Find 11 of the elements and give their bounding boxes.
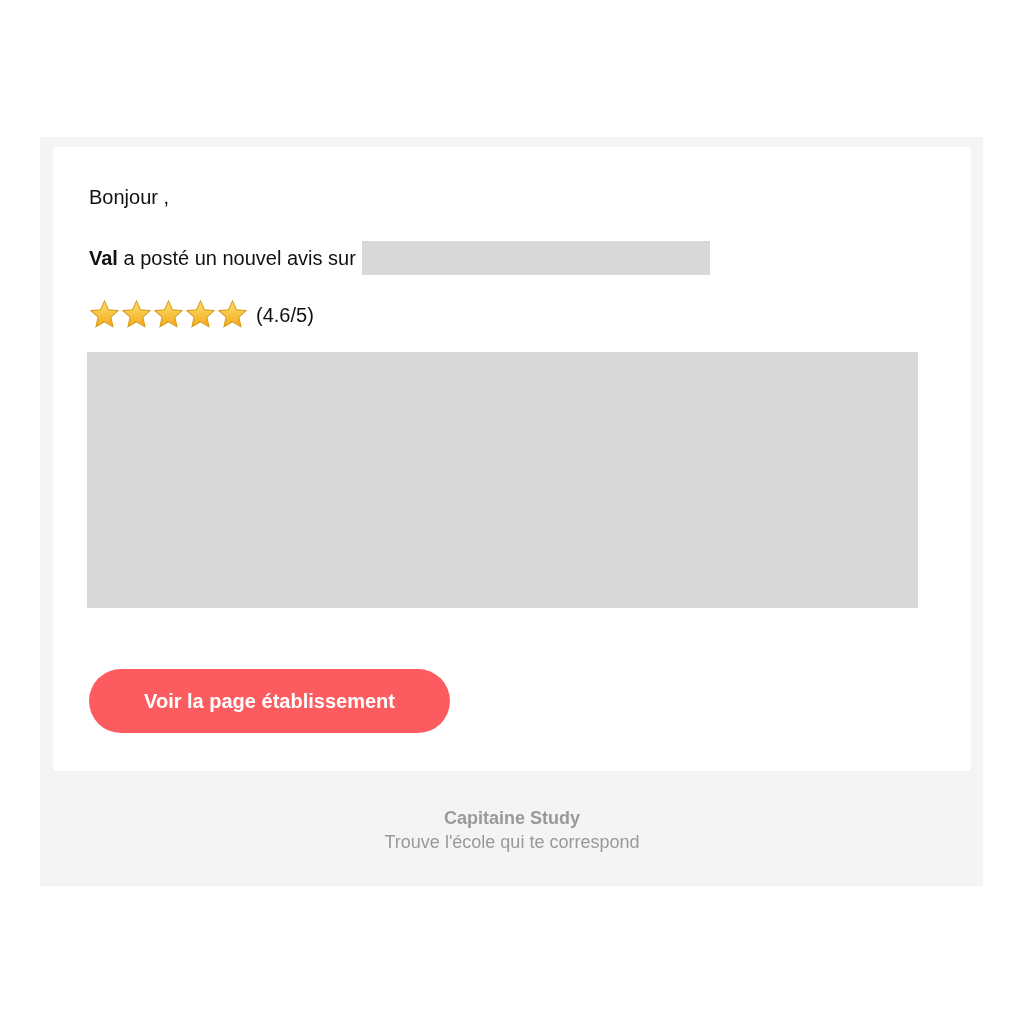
greeting-text: Bonjour , xyxy=(89,185,171,209)
star-icon xyxy=(185,299,216,330)
notice-text: Val a posté un nouvel avis sur xyxy=(89,246,356,270)
brand-name: Capitaine Study xyxy=(443,807,581,830)
tagline-text: Trouve l'école qui te correspond xyxy=(383,831,641,854)
view-page-button[interactable]: Voir la page établissement xyxy=(89,669,450,733)
star-icon xyxy=(153,299,184,330)
star-icon xyxy=(89,299,120,330)
rating-value: (4.6/5) xyxy=(256,302,314,327)
star-icon xyxy=(121,299,152,330)
star-icon xyxy=(217,299,248,330)
